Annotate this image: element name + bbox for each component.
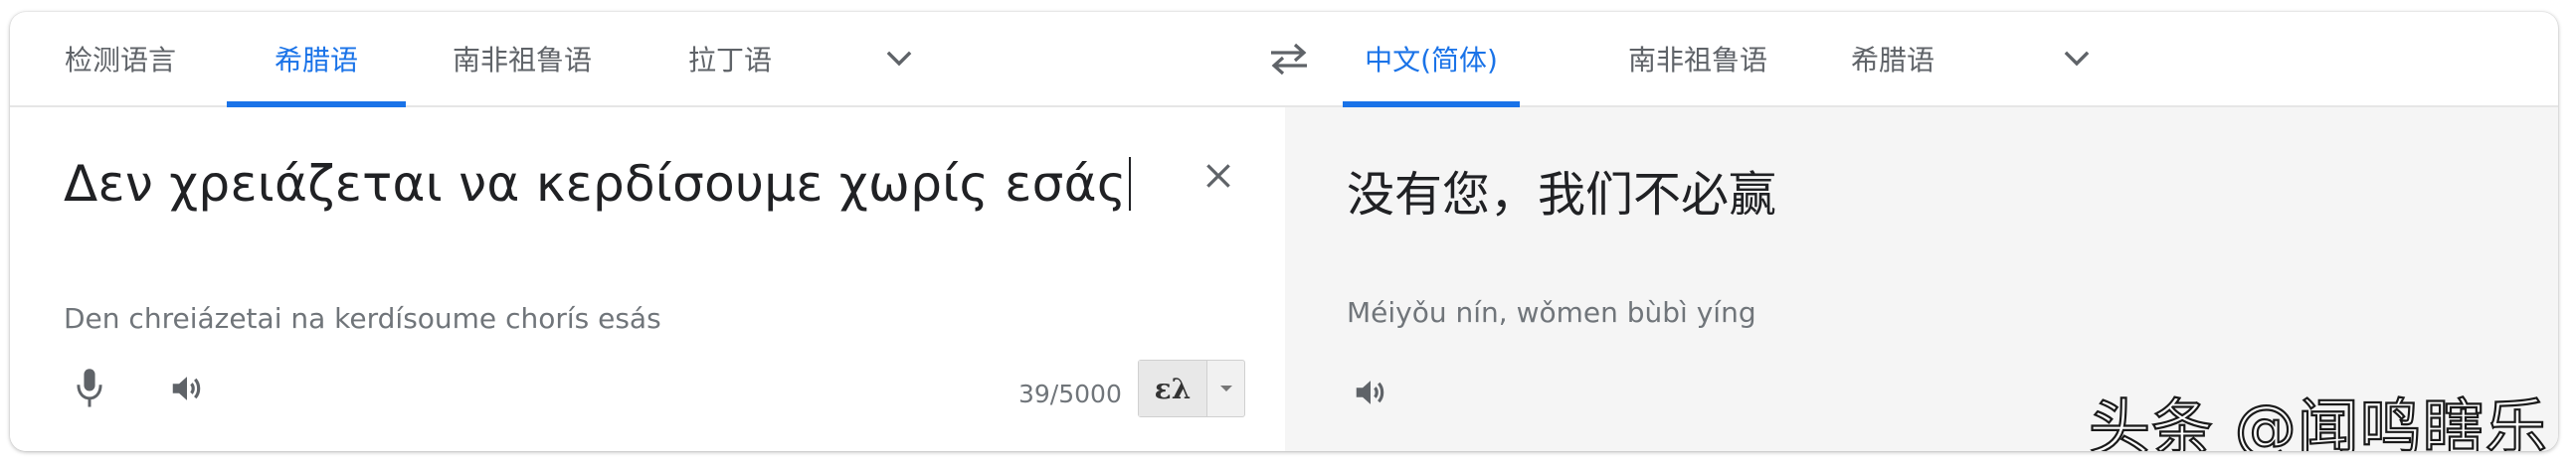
- tab-target-chinese-simplified[interactable]: 中文(简体): [1343, 12, 1520, 107]
- tab-source-greek[interactable]: 希腊语: [227, 12, 406, 107]
- character-count: 39/5000: [1018, 380, 1122, 408]
- tab-label: 检测语言: [64, 44, 176, 77]
- clear-source-button[interactable]: [1196, 153, 1241, 199]
- target-language-more-button[interactable]: [2053, 35, 2101, 82]
- source-romanization: Den chreiázetai na kerdísoume chorís esá…: [64, 302, 661, 335]
- source-text: Δεν χρειάζεται να κερδίσουμε χωρίς εσάς: [64, 155, 1127, 213]
- chevron-down-icon: [886, 51, 912, 67]
- input-tools-button[interactable]: ελ: [1138, 360, 1245, 417]
- tab-label: 希腊语: [274, 44, 358, 77]
- voice-input-button[interactable]: [66, 364, 113, 413]
- tab-label: 希腊语: [1850, 44, 1934, 77]
- source-text-input[interactable]: Δεν χρειάζεται να κερδίσουμε χωρίς εσάς: [64, 155, 1131, 213]
- tab-label: 拉丁语: [687, 44, 772, 77]
- tab-label: 南非祖鲁语: [1627, 44, 1767, 77]
- watermark: 头条 @闻鸣瞎乐: [2088, 390, 2548, 451]
- tab-target-zulu[interactable]: 南非祖鲁语: [1615, 12, 1780, 105]
- page: 检测语言 希腊语 南非祖鲁语 拉丁语 中文(简体) 南非祖鲁语 希腊语 Δεν …: [0, 0, 2576, 467]
- close-icon: [1206, 164, 1230, 188]
- target-romanization: Méiyǒu nín, wǒmen bùbì yíng: [1347, 296, 1756, 329]
- language-tabs-bar: 检测语言 希腊语 南非祖鲁语 拉丁语 中文(简体) 南非祖鲁语 希腊语: [10, 12, 2558, 107]
- listen-target-button[interactable]: [1345, 368, 1396, 417]
- speaker-icon: [172, 377, 201, 400]
- microphone-icon: [77, 369, 102, 407]
- source-language-more-button[interactable]: [875, 35, 923, 82]
- swap-languages-button[interactable]: [1261, 33, 1317, 84]
- translation-output: 没有您，我们不必赢: [1347, 167, 1777, 223]
- chevron-down-icon: [2064, 51, 2090, 67]
- input-tools-dropdown[interactable]: [1207, 361, 1244, 416]
- tab-label: 中文(简体): [1365, 44, 1498, 77]
- translate-card: 检测语言 希腊语 南非祖鲁语 拉丁语 中文(简体) 南非祖鲁语 希腊语 Δεν …: [10, 12, 2558, 451]
- tab-source-latin[interactable]: 拉丁语: [678, 12, 782, 105]
- tab-detect-language[interactable]: 检测语言: [46, 12, 195, 105]
- tab-target-greek[interactable]: 希腊语: [1850, 12, 1935, 105]
- swap-languages-icon: [1271, 43, 1307, 76]
- caret-down-icon: [1219, 386, 1232, 391]
- source-panel: Δεν χρειάζεται να κερδίσουμε χωρίς εσάς …: [10, 107, 1285, 451]
- tab-label: 南非祖鲁语: [452, 44, 592, 77]
- keyboard-language-label: ελ: [1139, 361, 1207, 416]
- listen-source-button[interactable]: [161, 364, 213, 413]
- speaker-icon: [1356, 381, 1384, 404]
- text-cursor: [1128, 157, 1131, 211]
- tab-source-zulu[interactable]: 南非祖鲁语: [440, 12, 605, 105]
